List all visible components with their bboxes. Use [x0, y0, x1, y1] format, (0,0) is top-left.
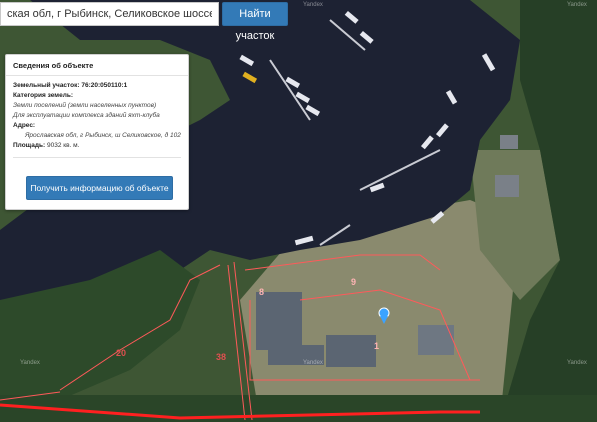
object-info-panel: Сведения об объекте Земельный участок: 7… [5, 54, 189, 210]
address-search-input[interactable] [0, 2, 219, 26]
cadastral-label: Земельный участок: [13, 82, 80, 89]
map-watermark: Yandex [303, 2, 323, 8]
cadastral-number: 76:20:050110:1 [81, 82, 128, 89]
get-object-info-button[interactable]: Получить информацию об объекте [26, 176, 173, 200]
forest-strip [0, 395, 597, 422]
parcel-number: 1 [374, 341, 380, 351]
info-divider [13, 157, 181, 158]
find-parcel-button[interactable]: Найти участок [222, 2, 288, 42]
building-mid [326, 335, 376, 367]
area-value: 9032 кв. м. [46, 142, 80, 149]
cadastral-row: Земельный участок: 76:20:050110:1 [13, 81, 181, 91]
map-watermark: Yandex [567, 360, 587, 366]
info-panel-title: Сведения об объекте [6, 55, 188, 76]
land-category-value: Земли поселений (земли населенных пункто… [13, 102, 157, 109]
building-shed-2 [500, 135, 518, 149]
address-value: Ярославская обл, г Рыбинск, ш Селиковско… [25, 132, 181, 139]
address-label: Адрес: [13, 122, 36, 129]
building-shed [495, 175, 519, 197]
map-watermark: Yandex [20, 360, 40, 366]
land-usage-value: Для эксплуатации комплекса зданий яхт-кл… [13, 112, 160, 119]
parcel-number: 20 [116, 348, 127, 358]
parcel-number: 8 [259, 287, 265, 297]
building-large [256, 292, 302, 350]
area-row: Площадь: 9032 кв. м. [13, 141, 181, 151]
map-watermark: Yandex [303, 360, 323, 366]
land-category-label: Категория земель: [13, 92, 74, 99]
parcel-number: 38 [216, 352, 227, 362]
map-watermark: Yandex [567, 2, 587, 8]
area-label: Площадь: [13, 142, 46, 149]
parcel-number: 9 [351, 277, 357, 287]
